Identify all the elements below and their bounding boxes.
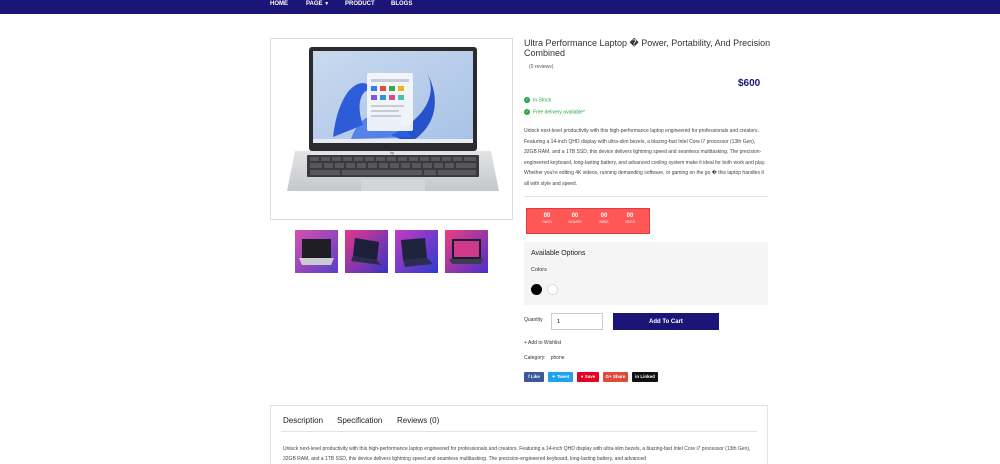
check-icon: ✓ bbox=[524, 97, 530, 103]
countdown-hours-label: HOURS bbox=[568, 220, 582, 224]
in-stock-status: ✓ In Stock bbox=[524, 97, 551, 103]
product-price: $600 bbox=[738, 78, 761, 89]
delivery-label: Free delivery available* bbox=[533, 109, 585, 116]
tab-description-content: Unlock next-level productivity with this… bbox=[283, 446, 751, 462]
countdown-mins: 00 MINS bbox=[592, 213, 616, 224]
thumbnail-image bbox=[395, 230, 438, 273]
thumbnail-image bbox=[295, 230, 338, 273]
colors-label: Colors bbox=[531, 267, 547, 273]
nav-product[interactable]: PRODUCT bbox=[345, 0, 375, 10]
divider bbox=[524, 196, 768, 197]
countdown-timer: 00 DAYS 00 HOURS 00 MINS 00 SECS bbox=[526, 208, 650, 234]
thumbnail-4[interactable] bbox=[445, 230, 488, 273]
product-description: Unlock next-level productivity with this… bbox=[524, 128, 766, 187]
svg-text:hp: hp bbox=[390, 150, 395, 155]
add-to-cart-button[interactable]: Add To Cart bbox=[613, 313, 719, 330]
color-swatch-white[interactable] bbox=[547, 284, 558, 295]
nav-blogs[interactable]: BLOGS bbox=[391, 0, 412, 10]
countdown-hours-value: 00 bbox=[571, 213, 579, 219]
category-label: Category: bbox=[524, 355, 546, 361]
countdown-secs-value: 00 bbox=[626, 213, 634, 219]
quantity-label: Quantity bbox=[524, 317, 543, 323]
check-icon: ✓ bbox=[524, 109, 530, 115]
top-navbar: HOME PAGE ▼ PRODUCT BLOGS bbox=[0, 0, 1000, 14]
countdown-days-value: 00 bbox=[543, 213, 551, 219]
countdown-hours: 00 HOURS bbox=[563, 213, 587, 224]
category-value[interactable]: phone bbox=[551, 355, 565, 361]
options-title: Available Options bbox=[531, 250, 586, 257]
color-swatch-black[interactable] bbox=[531, 284, 542, 295]
save-label: Save bbox=[584, 374, 596, 379]
countdown-mins-value: 00 bbox=[600, 213, 608, 219]
thumbnail-2[interactable] bbox=[345, 230, 388, 273]
thumbnail-image bbox=[345, 230, 388, 273]
in-stock-label: In Stock bbox=[533, 97, 552, 104]
review-count[interactable]: (0 reviews) bbox=[529, 64, 553, 70]
twitter-tweet-button[interactable]: ✦ Tweet bbox=[548, 372, 573, 382]
tab-description[interactable]: Description bbox=[283, 416, 323, 425]
chevron-down-icon: ▼ bbox=[324, 1, 330, 7]
countdown-days: 00 DAYS bbox=[535, 213, 559, 224]
tabs-divider bbox=[281, 431, 757, 432]
thumbnail-1[interactable] bbox=[295, 230, 338, 273]
nav-page[interactable]: PAGE ▼ bbox=[306, 0, 329, 10]
delivery-status: ✓ Free delivery available* bbox=[524, 109, 585, 115]
countdown-secs-label: SECS bbox=[625, 220, 635, 224]
laptop-image: hp bbox=[287, 47, 499, 191]
linkedin-share-button[interactable]: in Linked bbox=[632, 372, 658, 382]
countdown-days-label: DAYS bbox=[542, 220, 552, 224]
countdown-secs: 00 SECS bbox=[618, 213, 642, 224]
nav-page-label: PAGE bbox=[306, 1, 323, 7]
countdown-mins-label: MINS bbox=[599, 220, 609, 224]
facebook-like-button[interactable]: f Like bbox=[524, 372, 544, 382]
quantity-input[interactable] bbox=[551, 313, 603, 330]
twitter-icon: ✦ bbox=[551, 374, 556, 379]
pinterest-icon: ● bbox=[580, 374, 584, 379]
tab-specification[interactable]: Specification bbox=[337, 416, 382, 425]
nav-home[interactable]: HOME bbox=[270, 0, 288, 10]
product-main-image[interactable]: hp bbox=[270, 38, 513, 220]
category-row: Category: phone bbox=[524, 355, 565, 361]
google-share-button[interactable]: G+ Share bbox=[603, 372, 628, 382]
add-to-wishlist-link[interactable]: + Add to Wishlist bbox=[524, 340, 561, 346]
tab-reviews[interactable]: Reviews (0) bbox=[397, 416, 439, 425]
tweet-label: Tweet bbox=[556, 374, 570, 379]
thumbnail-image bbox=[445, 230, 488, 273]
pinterest-save-button[interactable]: ● Save bbox=[577, 372, 599, 382]
product-tabs: Description Specification Reviews (0) Un… bbox=[270, 405, 768, 464]
available-options-panel: Available Options Colors bbox=[524, 242, 768, 305]
product-title: Ultra Performance Laptop � Power, Portab… bbox=[524, 38, 771, 58]
thumbnail-3[interactable] bbox=[395, 230, 438, 273]
